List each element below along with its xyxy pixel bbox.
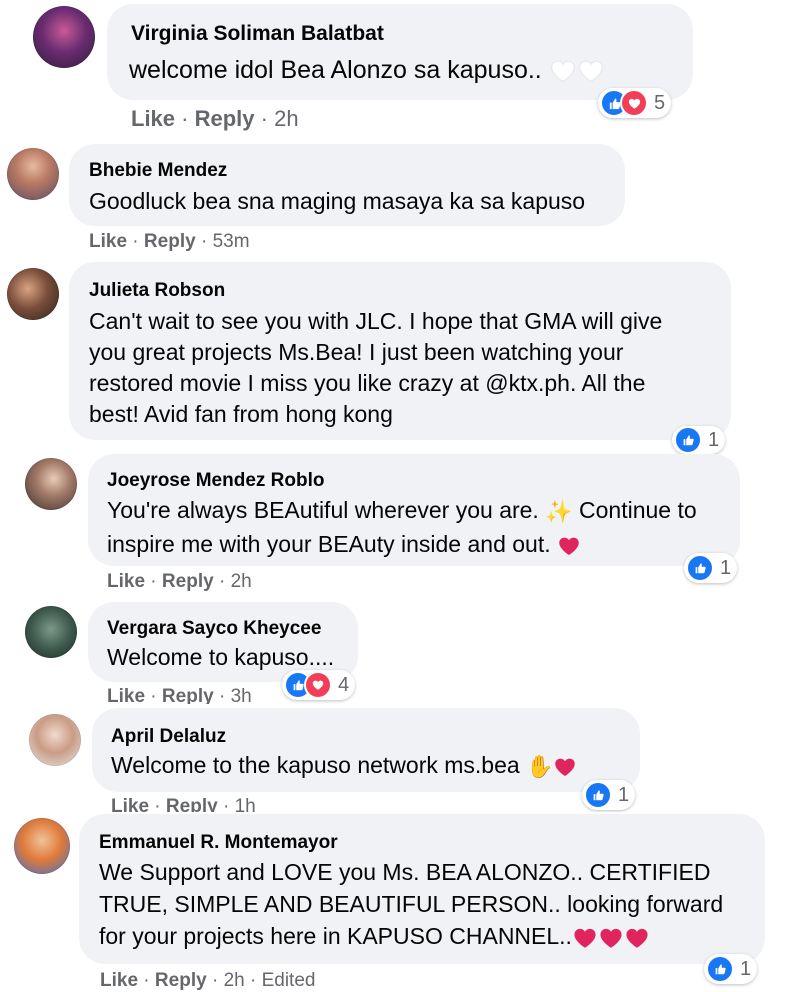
- love-reaction-icon: [304, 671, 332, 699]
- avatar[interactable]: [7, 268, 59, 320]
- white-heart-icon: [577, 57, 605, 85]
- comment-text-line: Can't wait to see you with JLC. I hope t…: [89, 308, 663, 334]
- reaction-summary[interactable]: 4: [282, 670, 356, 700]
- timestamp[interactable]: 2h: [274, 106, 298, 131]
- comment-text: You're always BEAutiful wherever you are…: [107, 494, 697, 560]
- reaction-summary[interactable]: 1: [582, 780, 636, 810]
- comment-text: welcome idol Bea Alonzo sa kapuso..: [129, 56, 605, 85]
- reaction-count: 1: [720, 556, 732, 579]
- comment-author[interactable]: Julieta Robson: [89, 280, 225, 302]
- like-link[interactable]: Like: [89, 231, 127, 252]
- reply-link[interactable]: Reply: [195, 106, 255, 131]
- timestamp[interactable]: 3h: [231, 686, 252, 704]
- comment-bubble: Julieta Robson Can't wait to see you wit…: [69, 262, 731, 440]
- timestamp[interactable]: 2h: [231, 571, 252, 592]
- comment-text-line: restored movie I miss you like crazy at …: [89, 370, 646, 396]
- comment: Virginia Soliman Balatbat welcome idol B…: [0, 0, 800, 134]
- comment-bubble: Emmanuel R. Montemayor We Support and LO…: [79, 814, 765, 964]
- avatar[interactable]: [14, 818, 70, 874]
- edited-label[interactable]: Edited: [262, 970, 316, 991]
- comment: Emmanuel R. Montemayor We Support and LO…: [0, 812, 800, 992]
- reaction-count: 5: [654, 91, 666, 114]
- red-heart-icon: [557, 534, 581, 558]
- comment-text: Welcome to the kapuso network ms.bea ✋: [111, 752, 577, 780]
- reply-link[interactable]: Reply: [166, 796, 218, 812]
- comment: Bhebie Mendez Goodluck bea sna maging ma…: [0, 134, 800, 258]
- like-reaction-icon: [686, 554, 714, 582]
- comment-actions: Like · Reply · 2h: [131, 106, 299, 131]
- comment-text-line: welcome idol Bea Alonzo sa kapuso..: [129, 56, 542, 84]
- comment: April Delaluz Welcome to the kapuso netw…: [0, 704, 800, 812]
- reaction-count: 4: [338, 673, 350, 696]
- comment-text: Welcome to kapuso....: [107, 644, 334, 671]
- comment-author[interactable]: Joeyrose Mendez Roblo: [107, 470, 325, 492]
- comment-actions: Like · Reply · 3h: [107, 686, 252, 704]
- sparkles-icon: ✨: [545, 498, 573, 524]
- waving-hand-icon: ✋: [526, 753, 554, 779]
- reply-link[interactable]: Reply: [162, 686, 214, 704]
- like-link[interactable]: Like: [131, 106, 175, 131]
- red-heart-icon: [553, 755, 577, 779]
- comment-text-line: TRUE, SIMPLE AND BEAUTIFUL PERSON.. look…: [99, 891, 724, 917]
- avatar[interactable]: [7, 148, 59, 200]
- avatar[interactable]: [25, 606, 77, 658]
- avatar[interactable]: [25, 458, 77, 510]
- timestamp[interactable]: 1h: [235, 796, 256, 812]
- red-heart-icon: [624, 925, 650, 951]
- comment-actions: Like · Reply · 53m: [89, 231, 250, 252]
- white-heart-icon: [549, 57, 577, 85]
- like-reaction-icon: [706, 955, 734, 983]
- like-link[interactable]: Like: [100, 970, 138, 991]
- comment-bubble: Virginia Soliman Balatbat welcome idol B…: [107, 4, 693, 100]
- avatar[interactable]: [33, 6, 95, 68]
- timestamp[interactable]: 53m: [213, 231, 250, 252]
- comment-author[interactable]: April Delaluz: [111, 726, 226, 748]
- like-link[interactable]: Like: [107, 571, 145, 592]
- comment-actions: Like · Reply · 2h: [107, 571, 252, 592]
- comment-text-line: We Support and LOVE you Ms. BEA ALONZO..…: [99, 859, 711, 885]
- avatar[interactable]: [29, 714, 81, 766]
- like-link[interactable]: Like: [111, 796, 149, 812]
- reaction-summary[interactable]: 1: [684, 553, 738, 583]
- comment-author[interactable]: Vergara Sayco Kheycee: [107, 618, 321, 640]
- reaction-count: 1: [740, 957, 752, 980]
- comment-actions: Like · Reply · 2h · Edited: [100, 970, 316, 991]
- comment-text-line: best! Avid fan from hong kong: [89, 401, 393, 427]
- comment: Julieta Robson Can't wait to see you wit…: [0, 258, 800, 454]
- comment-actions: Like · Reply · 1h: [111, 796, 256, 812]
- comment-bubble: Bhebie Mendez Goodluck bea sna maging ma…: [69, 144, 625, 226]
- comment-author[interactable]: Emmanuel R. Montemayor: [99, 832, 338, 854]
- reaction-count: 1: [708, 428, 720, 451]
- comment-text-line: You're always BEAutiful wherever you are…: [107, 497, 539, 523]
- red-heart-icon: [572, 925, 598, 951]
- love-reaction-icon: [620, 89, 648, 117]
- comment-text: We Support and LOVE you Ms. BEA ALONZO..…: [99, 856, 723, 952]
- timestamp[interactable]: 2h: [224, 970, 245, 991]
- comment-text-line: Welcome to kapuso....: [107, 644, 335, 670]
- reply-link[interactable]: Reply: [162, 571, 214, 592]
- comment-text-line: for your projects here in KAPUSO CHANNEL…: [99, 923, 572, 949]
- reaction-summary[interactable]: 1: [704, 954, 758, 984]
- reply-link[interactable]: Reply: [144, 231, 196, 252]
- reaction-count: 1: [618, 783, 630, 806]
- like-reaction-icon: [584, 781, 612, 809]
- reply-link[interactable]: Reply: [155, 970, 207, 991]
- like-link[interactable]: Like: [107, 686, 145, 704]
- comment-bubble: April Delaluz Welcome to the kapuso netw…: [92, 708, 640, 792]
- comment-text: Goodluck bea sna maging masaya ka sa kap…: [89, 188, 585, 215]
- reaction-summary[interactable]: 5: [598, 88, 672, 118]
- red-heart-icon: [598, 925, 624, 951]
- comment: Vergara Sayco Kheycee Welcome to kapuso.…: [0, 600, 800, 704]
- comment-text: Can't wait to see you with JLC. I hope t…: [89, 306, 662, 430]
- comment-text-line: inspire me with your BEAuty inside and o…: [107, 530, 551, 557]
- comment-bubble: Joeyrose Mendez Roblo You're always BEAu…: [88, 454, 740, 566]
- comment-text-line: Goodluck bea sna maging masaya ka sa kap…: [89, 188, 586, 214]
- comment-author[interactable]: Bhebie Mendez: [89, 160, 227, 182]
- comment-text-line: Welcome to the kapuso network ms.bea: [111, 752, 520, 778]
- comment: Joeyrose Mendez Roblo You're always BEAu…: [0, 450, 800, 600]
- comment-text-line: you great projects Ms.Bea! I just been w…: [89, 339, 624, 365]
- comment-author[interactable]: Virginia Soliman Balatbat: [131, 22, 384, 46]
- comment-text-line: Continue to: [579, 497, 697, 523]
